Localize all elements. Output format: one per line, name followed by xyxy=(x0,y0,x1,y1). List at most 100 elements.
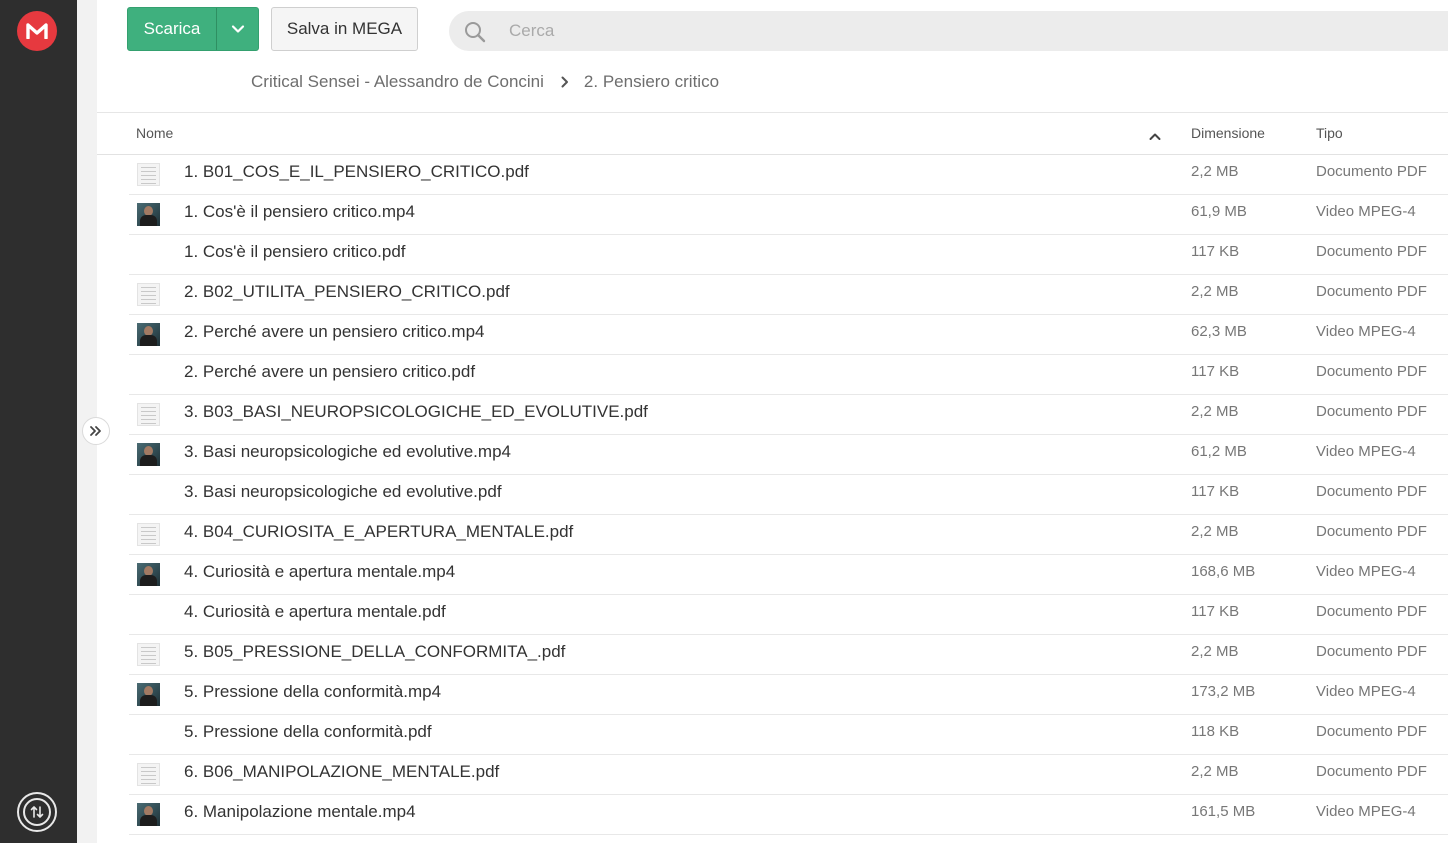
file-type: Documento PDF xyxy=(1316,163,1427,180)
pdf-thumbnail-icon xyxy=(137,643,160,666)
column-header-name[interactable]: Nome xyxy=(136,125,173,141)
file-type: Video MPEG-4 xyxy=(1316,803,1416,820)
file-name[interactable]: 1. Cos'è il pensiero critico.mp4 xyxy=(184,195,415,229)
file-name[interactable]: 3. Basi neuropsicologiche ed evolutive.m… xyxy=(184,435,511,469)
file-type: Documento PDF xyxy=(1316,523,1427,540)
file-size: 2,2 MB xyxy=(1191,763,1239,780)
file-row[interactable]: 1. Cos'è il pensiero critico.mp4 61,9 MB V… xyxy=(129,195,1448,235)
pdf-thumbnail-icon xyxy=(137,163,160,186)
double-chevron-right-icon[interactable] xyxy=(82,417,110,445)
file-type: Documento PDF xyxy=(1316,243,1427,260)
file-size: 2,2 MB xyxy=(1191,283,1239,300)
video-thumbnail-icon xyxy=(137,683,160,706)
file-row[interactable]: 2. Perché avere un pensiero critico.pdf 1… xyxy=(129,355,1448,395)
search-icon xyxy=(463,20,487,49)
column-header-type[interactable]: Tipo xyxy=(1316,125,1343,141)
file-row[interactable]: 2. B02_UTILITA_PENSIERO_CRITICO.pdf 2,2 M… xyxy=(129,275,1448,315)
file-name[interactable]: 5. B05_PRESSIONE_DELLA_CONFORMITA_.pdf xyxy=(184,635,565,669)
file-row[interactable]: 4. Curiosità e apertura mentale.pdf 117 K… xyxy=(129,595,1448,635)
file-size: 117 KB xyxy=(1191,363,1240,380)
file-size: 117 KB xyxy=(1191,603,1240,620)
file-name[interactable]: 2. Perché avere un pensiero critico.mp4 xyxy=(184,315,485,349)
file-thumbnail-icon xyxy=(137,723,160,746)
file-thumbnail-icon xyxy=(137,603,160,626)
save-to-mega-button[interactable]: Salva in MEGA xyxy=(271,7,418,51)
video-thumbnail-icon xyxy=(137,443,160,466)
file-type: Documento PDF xyxy=(1316,603,1427,620)
file-name[interactable]: 6. B06_MANIPOLAZIONE_MENTALE.pdf xyxy=(184,755,499,789)
file-name[interactable]: 4. Curiosità e apertura mentale.mp4 xyxy=(184,555,455,589)
file-name[interactable]: 3. B03_BASI_NEUROPSICOLOGICHE_ED_EVOLUTI… xyxy=(184,395,648,429)
file-list: 1. B01_COS_E_IL_PENSIERO_CRITICO.pdf 2,2 … xyxy=(129,155,1448,835)
file-size: 62,3 MB xyxy=(1191,323,1247,340)
file-row[interactable]: 2. Perché avere un pensiero critico.mp4 6… xyxy=(129,315,1448,355)
file-row[interactable]: 5. Pressione della conformità.mp4 173,2 M… xyxy=(129,675,1448,715)
file-name[interactable]: 5. Pressione della conformità.mp4 xyxy=(184,675,441,709)
file-row[interactable]: 6. Manipolazione mentale.mp4 161,5 MB Vide… xyxy=(129,795,1448,835)
pdf-thumbnail-icon xyxy=(137,283,160,306)
file-type: Documento PDF xyxy=(1316,283,1427,300)
file-name[interactable]: 4. B04_CURIOSITA_E_APERTURA_MENTALE.pdf xyxy=(184,515,573,549)
file-type: Documento PDF xyxy=(1316,483,1427,500)
left-rail xyxy=(0,0,77,843)
file-name[interactable]: 5. Pressione della conformità.pdf xyxy=(184,715,432,749)
file-size: 2,2 MB xyxy=(1191,523,1239,540)
file-type: Documento PDF xyxy=(1316,763,1427,780)
file-thumbnail-icon xyxy=(137,483,160,506)
pdf-thumbnail-icon xyxy=(137,403,160,426)
file-row[interactable]: 1. Cos'è il pensiero critico.pdf 117 KB Do… xyxy=(129,235,1448,275)
breadcrumb: Critical Sensei - Alessandro de Concini … xyxy=(251,71,719,93)
chevron-up-icon[interactable] xyxy=(1149,129,1161,147)
search-input[interactable] xyxy=(509,11,1409,51)
search-bar[interactable] xyxy=(449,11,1448,51)
file-type: Video MPEG-4 xyxy=(1316,683,1416,700)
file-name[interactable]: 4. Curiosità e apertura mentale.pdf xyxy=(184,595,446,629)
file-row[interactable]: 3. B03_BASI_NEUROPSICOLOGICHE_ED_EVOLUTI… xyxy=(129,395,1448,435)
file-size: 61,2 MB xyxy=(1191,443,1247,460)
file-type: Video MPEG-4 xyxy=(1316,203,1416,220)
file-row[interactable]: 4. B04_CURIOSITA_E_APERTURA_MENTALE.pdf 2… xyxy=(129,515,1448,555)
file-size: 2,2 MB xyxy=(1191,403,1239,420)
file-row[interactable]: 5. B05_PRESSIONE_DELLA_CONFORMITA_.pdf 2,… xyxy=(129,635,1448,675)
file-size: 117 KB xyxy=(1191,243,1240,260)
file-type: Documento PDF xyxy=(1316,643,1427,660)
video-thumbnail-icon xyxy=(137,563,160,586)
file-row[interactable]: 4. Curiosità e apertura mentale.mp4 168,6… xyxy=(129,555,1448,595)
chevron-right-icon xyxy=(561,76,569,88)
pdf-thumbnail-icon xyxy=(137,523,160,546)
file-name[interactable]: 2. B02_UTILITA_PENSIERO_CRITICO.pdf xyxy=(184,275,510,309)
file-type: Video MPEG-4 xyxy=(1316,443,1416,460)
mega-logo-icon[interactable] xyxy=(17,11,57,51)
file-size: 2,2 MB xyxy=(1191,643,1239,660)
file-row[interactable]: 1. B01_COS_E_IL_PENSIERO_CRITICO.pdf 2,2 … xyxy=(129,155,1448,195)
video-thumbnail-icon xyxy=(137,203,160,226)
download-button-label[interactable]: Scarica xyxy=(128,8,216,50)
file-size: 117 KB xyxy=(1191,483,1240,500)
video-thumbnail-icon xyxy=(137,803,160,826)
file-name[interactable]: 6. Manipolazione mentale.mp4 xyxy=(184,795,416,829)
file-type: Documento PDF xyxy=(1316,723,1427,740)
file-row[interactable]: 3. Basi neuropsicologiche ed evolutive.m… xyxy=(129,435,1448,475)
file-name[interactable]: 3. Basi neuropsicologiche ed evolutive.p… xyxy=(184,475,502,509)
breadcrumb-parent[interactable]: Critical Sensei - Alessandro de Concini xyxy=(251,72,544,92)
file-size: 61,9 MB xyxy=(1191,203,1247,220)
file-row[interactable]: 6. B06_MANIPOLAZIONE_MENTALE.pdf 2,2 MB Do… xyxy=(129,755,1448,795)
header-divider xyxy=(97,112,1448,113)
file-size: 161,5 MB xyxy=(1191,803,1256,820)
file-size: 168,6 MB xyxy=(1191,563,1256,580)
download-button[interactable]: Scarica xyxy=(127,7,259,51)
pdf-thumbnail-icon xyxy=(137,763,160,786)
file-name[interactable]: 1. B01_COS_E_IL_PENSIERO_CRITICO.pdf xyxy=(184,155,529,189)
file-name[interactable]: 1. Cos'è il pensiero critico.pdf xyxy=(184,235,406,269)
file-thumbnail-icon xyxy=(137,363,160,386)
file-type: Video MPEG-4 xyxy=(1316,323,1416,340)
transfers-icon[interactable] xyxy=(17,792,57,832)
file-row[interactable]: 3. Basi neuropsicologiche ed evolutive.p… xyxy=(129,475,1448,515)
video-thumbnail-icon xyxy=(137,323,160,346)
file-name[interactable]: 2. Perché avere un pensiero critico.pdf xyxy=(184,355,475,389)
file-size: 173,2 MB xyxy=(1191,683,1256,700)
file-type: Video MPEG-4 xyxy=(1316,563,1416,580)
chevron-down-icon[interactable] xyxy=(217,8,258,50)
file-row[interactable]: 5. Pressione della conformità.pdf 118 KB D… xyxy=(129,715,1448,755)
column-header-size[interactable]: Dimensione xyxy=(1191,125,1265,141)
